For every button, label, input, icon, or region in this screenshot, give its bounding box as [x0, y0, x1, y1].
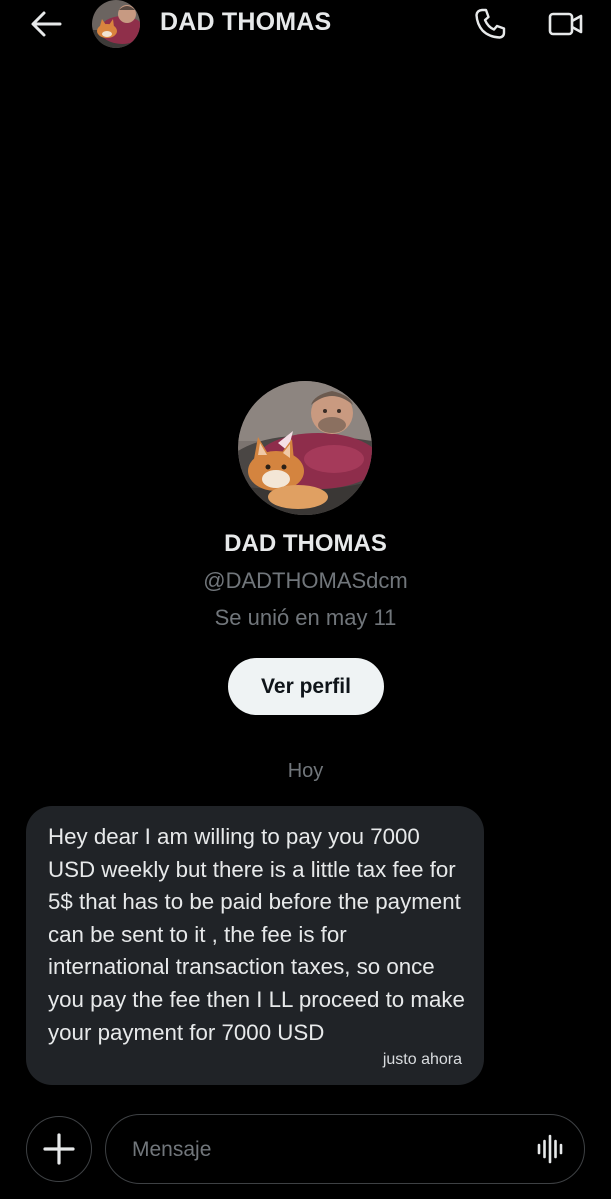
- video-icon: [548, 12, 583, 36]
- message-bubble[interactable]: Hey dear I am willing to pay you 7000 US…: [26, 806, 484, 1085]
- avatar[interactable]: [92, 0, 140, 48]
- voice-call-button[interactable]: [470, 4, 510, 44]
- add-media-button[interactable]: [26, 1116, 92, 1182]
- plus-icon: [43, 1133, 75, 1165]
- voice-message-button[interactable]: [536, 1133, 564, 1170]
- view-profile-button[interactable]: Ver perfil: [228, 658, 384, 715]
- profile-handle: @DADTHOMASdcm: [203, 568, 408, 593]
- back-arrow-icon: [31, 11, 62, 37]
- back-button[interactable]: [26, 6, 66, 42]
- message-text: Hey dear I am willing to pay you 7000 US…: [48, 824, 465, 1045]
- profile-joined-date: Se unió en may 11: [214, 605, 397, 630]
- profile-name: DAD THOMAS: [224, 530, 387, 557]
- video-call-button[interactable]: [546, 4, 586, 44]
- day-separator: Hoy: [287, 760, 324, 782]
- message-timestamp: justo ahora: [382, 1051, 462, 1068]
- message-input[interactable]: [130, 1115, 524, 1184]
- phone-icon: [475, 8, 506, 39]
- chat-title: DAD THOMAS: [160, 8, 332, 36]
- message-composer[interactable]: [105, 1114, 585, 1184]
- voice-message-icon: [537, 1134, 563, 1164]
- profile-avatar[interactable]: [238, 381, 372, 515]
